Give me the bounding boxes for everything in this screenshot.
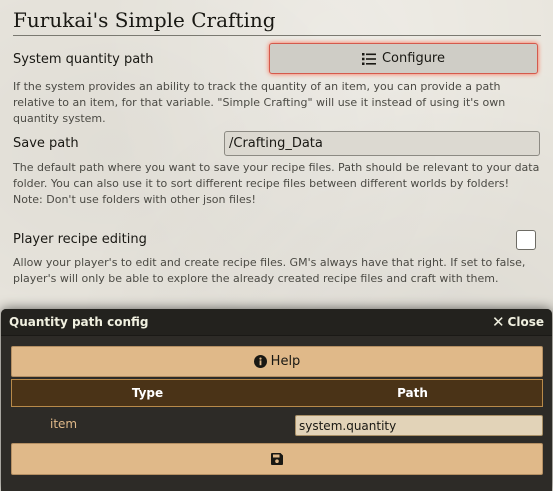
player-editing-checkbox[interactable] [516, 230, 536, 250]
row-path-input[interactable] [295, 415, 543, 436]
configure-button-label: Configure [381, 51, 445, 66]
column-header-path: Path [397, 386, 428, 400]
list-icon [361, 52, 376, 65]
configure-button[interactable]: Configure [269, 43, 538, 74]
close-icon: ✕ [491, 313, 505, 331]
dialog-header: Quantity path config ✕ Close [1, 309, 552, 336]
floppy-disk-icon [271, 453, 283, 465]
module-title: Furukai's Simple Crafting [13, 7, 541, 36]
player-editing-label: Player recipe editing [13, 232, 147, 247]
save-path-input[interactable] [224, 131, 540, 156]
close-button-label: Close [507, 315, 544, 329]
player-editing-hint: Allow your player's to edit and create r… [13, 256, 526, 285]
quantity-path-dialog: Quantity path config ✕ Close Help Type P… [1, 309, 552, 491]
help-button-label: Help [270, 354, 301, 369]
info-circle-icon [253, 355, 267, 368]
column-header-type: Type [131, 386, 164, 400]
table-header: Type Path [11, 379, 543, 407]
row-type-label: item [50, 417, 78, 431]
save-path-label: Save path [13, 136, 79, 151]
quantity-path-label: System quantity path [13, 52, 154, 67]
dialog-title: Quantity path config [9, 315, 149, 329]
quantity-path-hint: If the system provides an ability to tra… [13, 80, 506, 125]
save-path-hint: The default path where you want to save … [13, 161, 540, 206]
close-button[interactable]: ✕ Close [491, 313, 544, 331]
save-button[interactable] [11, 443, 543, 475]
help-button[interactable]: Help [11, 346, 543, 377]
